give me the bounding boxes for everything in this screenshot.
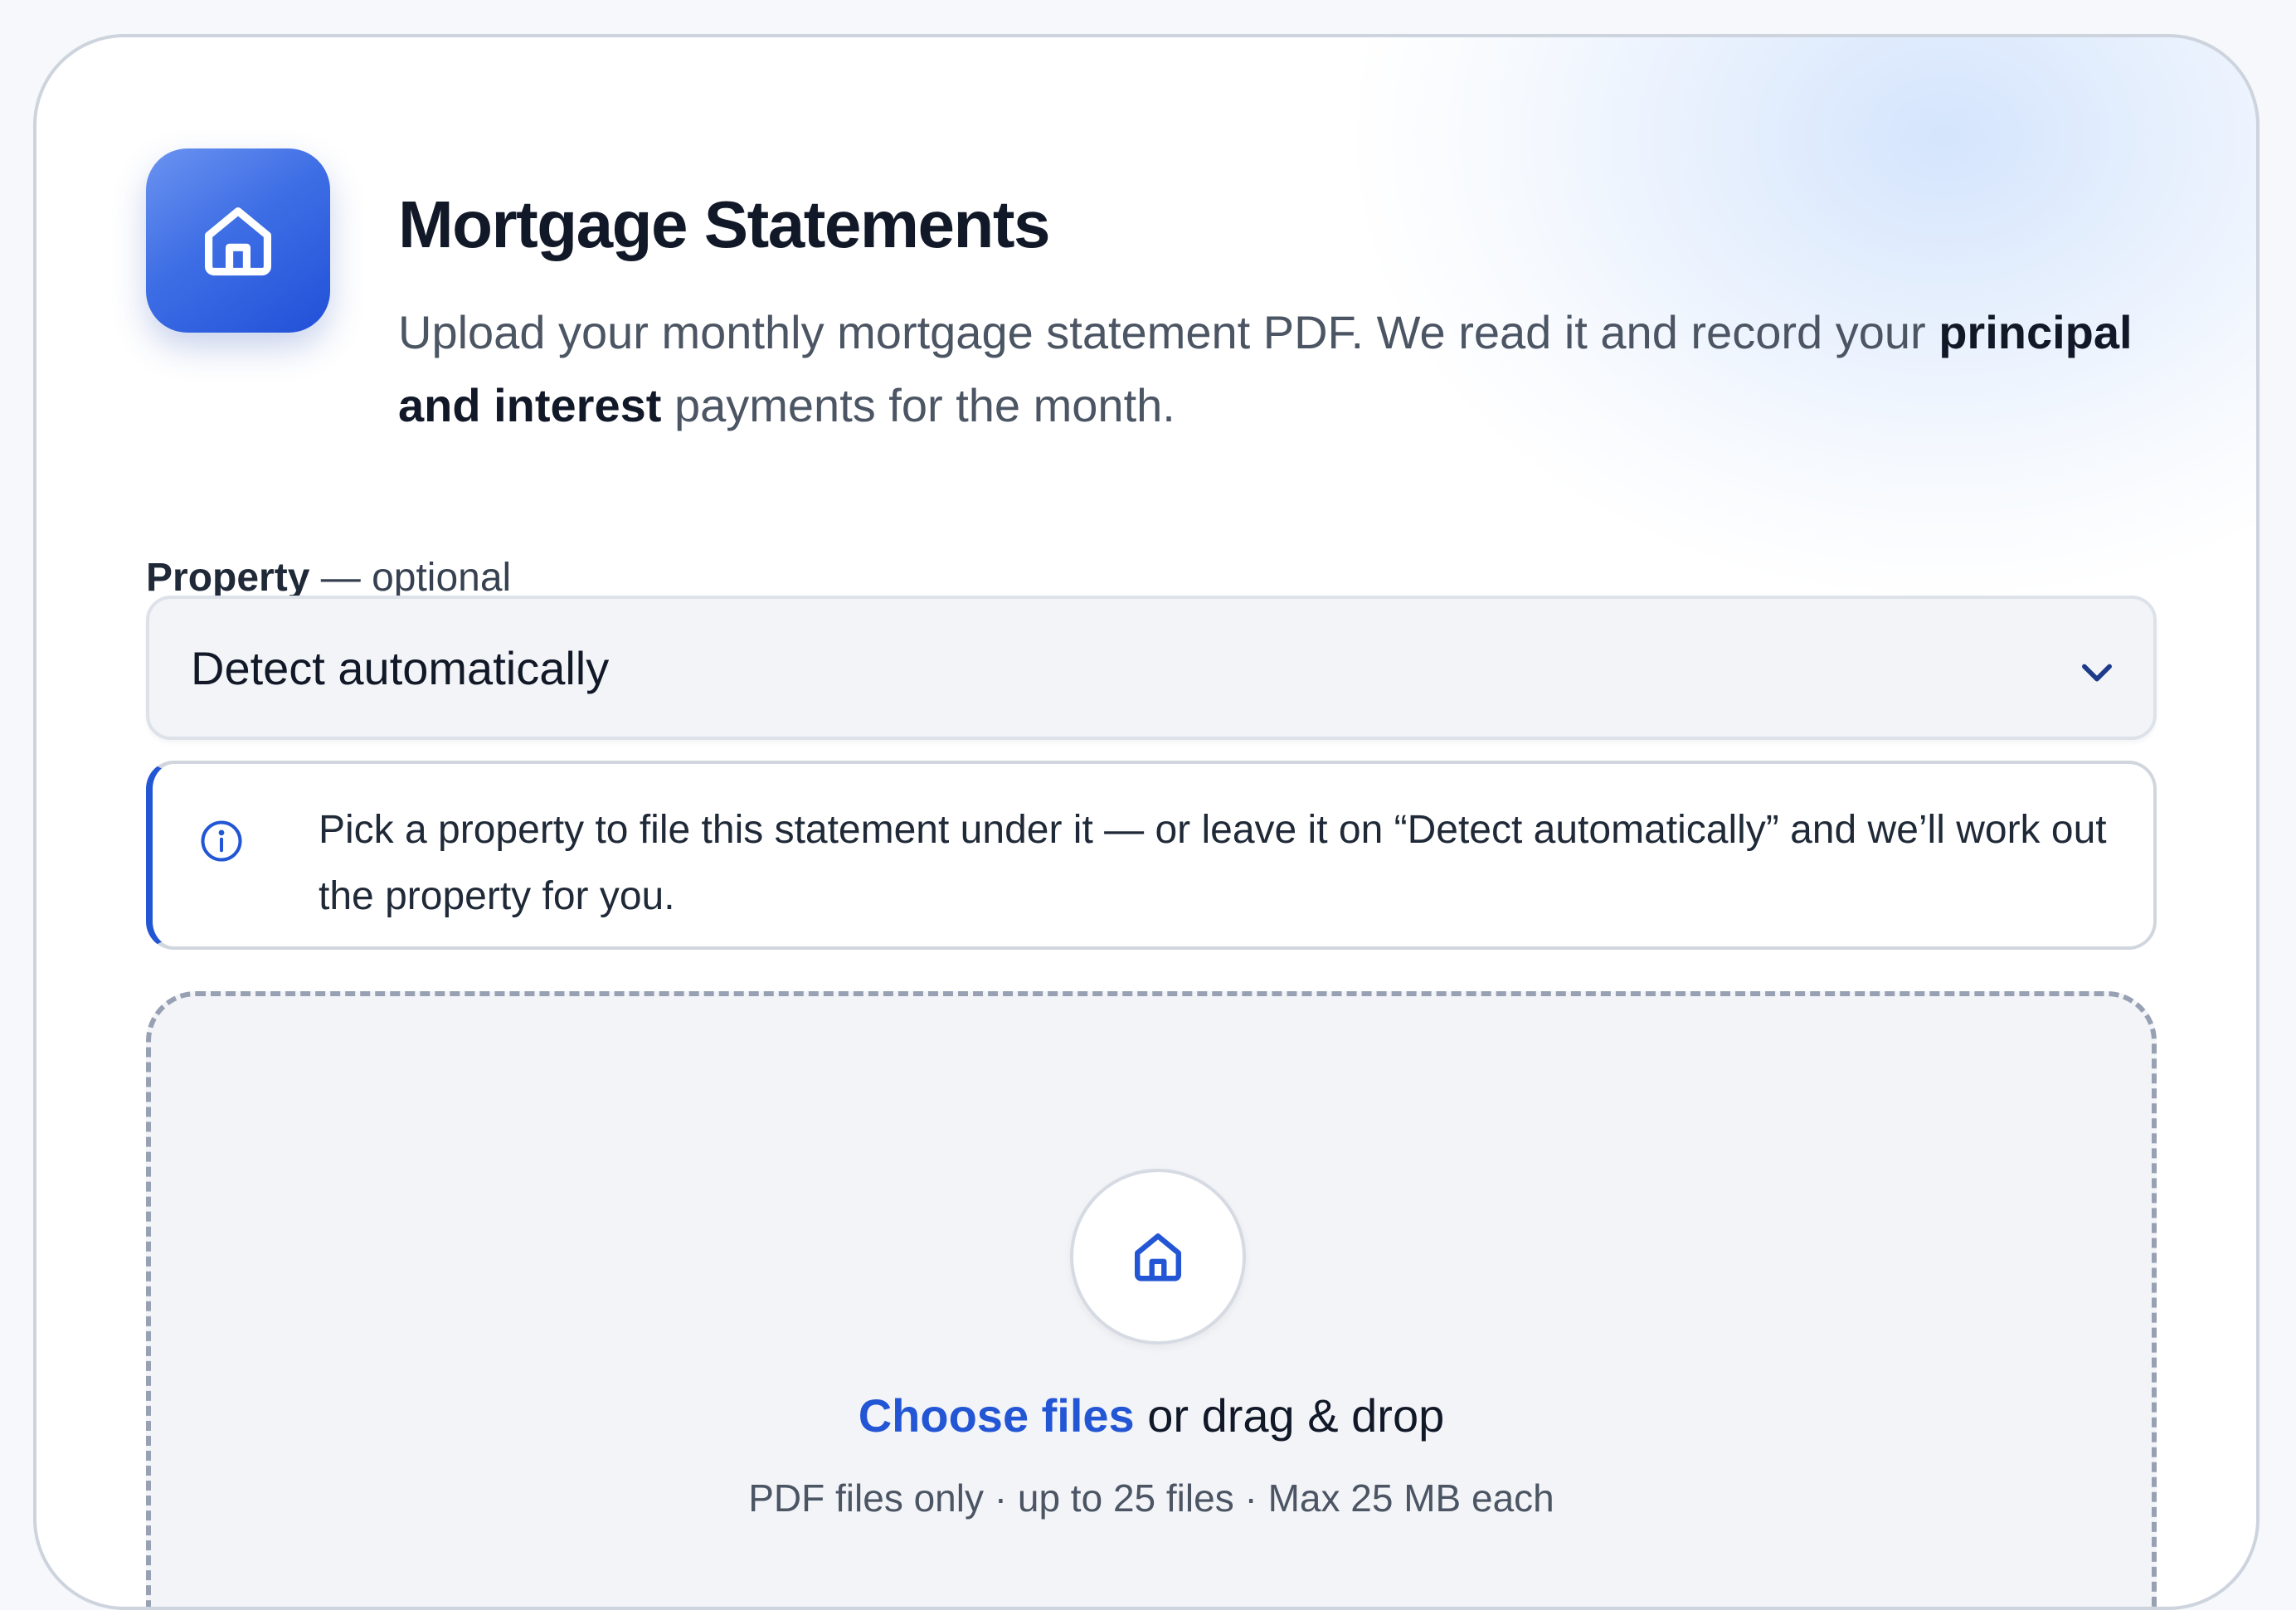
page-description: Upload your monthly mortgage statement P… xyxy=(398,306,2133,431)
file-dropzone[interactable]: Choose files or drag & drop PDF files on… xyxy=(146,991,2157,1607)
page-title: Mortgage Statements xyxy=(398,187,1050,261)
info-icon xyxy=(199,819,244,868)
home-icon xyxy=(146,148,330,333)
choose-files-link[interactable]: Choose files xyxy=(859,1389,1135,1442)
property-label: Property — optional xyxy=(146,556,512,600)
info-text: Pick a property to file this statement u… xyxy=(319,808,2107,918)
property-select-value: Detect automatically xyxy=(191,642,610,694)
dropzone-prompt: Choose files or drag & drop xyxy=(858,1389,1445,1442)
home-icon xyxy=(1070,1169,1246,1345)
property-info-callout: Pick a property to file this statement u… xyxy=(146,761,2157,950)
property-select[interactable]: Detect automatically xyxy=(146,596,2157,740)
mortgage-statements-card: Mortgage Statements Upload your monthly … xyxy=(33,34,2260,1610)
dropzone-hint: PDF files only · up to 25 files · Max 25… xyxy=(748,1476,1554,1520)
chevron-down-icon xyxy=(2075,650,2118,698)
